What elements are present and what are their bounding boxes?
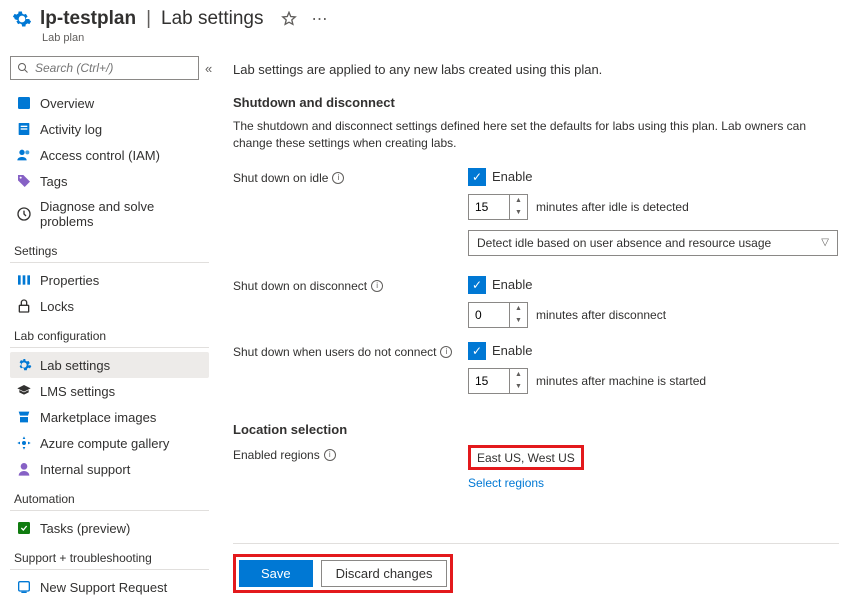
- idle-enable-checkbox[interactable]: ✓: [468, 168, 486, 186]
- sidebar-group-heading: Settings: [10, 234, 209, 263]
- main-content: Lab settings are applied to any new labs…: [215, 52, 857, 603]
- tasks-icon: [16, 520, 32, 536]
- locks-icon: [16, 298, 32, 314]
- sidebar-item-access-control-iam-[interactable]: Access control (IAM): [10, 142, 209, 168]
- sidebar-item-label: Tags: [40, 174, 67, 189]
- sidebar-group-heading: Automation: [10, 482, 209, 511]
- select-regions-link[interactable]: Select regions: [468, 476, 544, 490]
- enable-label: Enable: [492, 277, 532, 292]
- sidebar-item-label: Overview: [40, 96, 94, 111]
- gear-icon: [12, 9, 32, 29]
- support-icon: [16, 461, 32, 477]
- sidebar-item-label: Azure compute gallery: [40, 436, 169, 451]
- search-icon: [17, 62, 29, 74]
- info-icon[interactable]: i: [324, 449, 336, 461]
- sidebar-item-label: Activity log: [40, 122, 102, 137]
- more-menu-icon[interactable]: ⋯: [311, 9, 327, 29]
- sidebar-item-label: Properties: [40, 273, 99, 288]
- favorite-star-icon[interactable]: [281, 11, 297, 27]
- search-input[interactable]: [35, 61, 192, 75]
- activity-icon: [16, 121, 32, 137]
- info-icon[interactable]: i: [440, 346, 452, 358]
- page-title: Lab settings: [161, 8, 263, 30]
- page-header: lp-testplan | Lab settings ⋯: [0, 0, 857, 32]
- tags-icon: [16, 173, 32, 189]
- down-arrow-icon[interactable]: ▼: [510, 381, 527, 393]
- noconnect-after-text: minutes after machine is started: [536, 374, 706, 388]
- enable-label: Enable: [492, 343, 532, 358]
- sidebar-item-internal-support[interactable]: Internal support: [10, 456, 209, 482]
- separator: |: [146, 8, 151, 30]
- regions-value: East US, West US: [477, 451, 575, 465]
- up-arrow-icon[interactable]: ▲: [510, 369, 527, 381]
- buttons-highlight: Save Discard changes: [233, 554, 453, 593]
- disconnect-after-text: minutes after disconnect: [536, 308, 666, 322]
- noconnect-enable-checkbox[interactable]: ✓: [468, 342, 486, 360]
- sidebar-item-label: Locks: [40, 299, 74, 314]
- sidebar-item-activity-log[interactable]: Activity log: [10, 116, 209, 142]
- sidebar-item-tasks-preview-[interactable]: Tasks (preview): [10, 515, 209, 541]
- sidebar-item-label: LMS settings: [40, 384, 115, 399]
- up-arrow-icon[interactable]: ▲: [510, 195, 527, 207]
- collapse-icon[interactable]: «: [205, 61, 212, 76]
- down-arrow-icon[interactable]: ▼: [510, 207, 527, 219]
- lms-icon: [16, 383, 32, 399]
- sidebar-item-label: Diagnose and solve problems: [40, 199, 203, 229]
- sidebar-item-lms-settings[interactable]: LMS settings: [10, 378, 209, 404]
- down-arrow-icon[interactable]: ▼: [510, 315, 527, 327]
- sidebar-item-label: New Support Request: [40, 580, 167, 595]
- sidebar-item-marketplace-images[interactable]: Marketplace images: [10, 404, 209, 430]
- marketplace-icon: [16, 409, 32, 425]
- info-icon[interactable]: i: [332, 172, 344, 184]
- noconnect-minutes-input[interactable]: ▲▼: [468, 368, 528, 394]
- diagnose-icon: [16, 206, 32, 222]
- search-box[interactable]: [10, 56, 199, 80]
- intro-text: Lab settings are applied to any new labs…: [233, 62, 839, 77]
- sidebar-item-properties[interactable]: Properties: [10, 267, 209, 293]
- up-arrow-icon[interactable]: ▲: [510, 303, 527, 315]
- sidebar-item-label: Marketplace images: [40, 410, 156, 425]
- sidebar: « Overview Activity log Access control (IA…: [0, 52, 215, 603]
- gallery-icon: [16, 435, 32, 451]
- sidebar-item-lab-settings[interactable]: Lab settings: [10, 352, 209, 378]
- sidebar-item-locks[interactable]: Locks: [10, 293, 209, 319]
- resource-type: Lab plan: [0, 32, 857, 52]
- sidebar-item-azure-compute-gallery[interactable]: Azure compute gallery: [10, 430, 209, 456]
- sidebar-item-overview[interactable]: Overview: [10, 90, 209, 116]
- access-icon: [16, 147, 32, 163]
- disconnect-enable-checkbox[interactable]: ✓: [468, 276, 486, 294]
- command-bar: Save Discard changes: [233, 543, 839, 593]
- disconnect-minutes-input[interactable]: ▲▼: [468, 302, 528, 328]
- sidebar-item-label: Internal support: [40, 462, 130, 477]
- info-icon[interactable]: i: [371, 280, 383, 292]
- sidebar-item-tags[interactable]: Tags: [10, 168, 209, 194]
- overview-icon: [16, 95, 32, 111]
- enable-label: Enable: [492, 169, 532, 184]
- resource-name: lp-testplan: [40, 8, 136, 30]
- properties-icon: [16, 272, 32, 288]
- sidebar-group-heading: Support + troubleshooting: [10, 541, 209, 570]
- idle-label: Shut down on idle i: [233, 168, 468, 185]
- chevron-down-icon: ▽: [821, 237, 829, 248]
- sidebar-item-label: Lab settings: [40, 358, 110, 373]
- sidebar-item-label: Access control (IAM): [40, 148, 160, 163]
- regions-highlight: East US, West US: [468, 445, 584, 470]
- discard-button[interactable]: Discard changes: [321, 560, 448, 587]
- idle-detection-dropdown[interactable]: Detect idle based on user absence and re…: [468, 230, 838, 256]
- newsupport-icon: [16, 579, 32, 595]
- save-button[interactable]: Save: [239, 560, 313, 587]
- disconnect-label: Shut down on disconnect i: [233, 276, 468, 293]
- labsettings-icon: [16, 357, 32, 373]
- regions-label: Enabled regions i: [233, 445, 468, 462]
- sidebar-group-heading: Lab configuration: [10, 319, 209, 348]
- idle-minutes-input[interactable]: ▲▼: [468, 194, 528, 220]
- location-heading: Location selection: [233, 422, 839, 437]
- shutdown-desc: The shutdown and disconnect settings def…: [233, 118, 839, 152]
- shutdown-heading: Shutdown and disconnect: [233, 95, 839, 110]
- sidebar-item-label: Tasks (preview): [40, 521, 130, 536]
- sidebar-item-new-support-request[interactable]: New Support Request: [10, 574, 209, 600]
- sidebar-item-diagnose-and-solve-problems[interactable]: Diagnose and solve problems: [10, 194, 209, 234]
- idle-after-text: minutes after idle is detected: [536, 200, 689, 214]
- noconnect-label: Shut down when users do not connect i: [233, 342, 468, 359]
